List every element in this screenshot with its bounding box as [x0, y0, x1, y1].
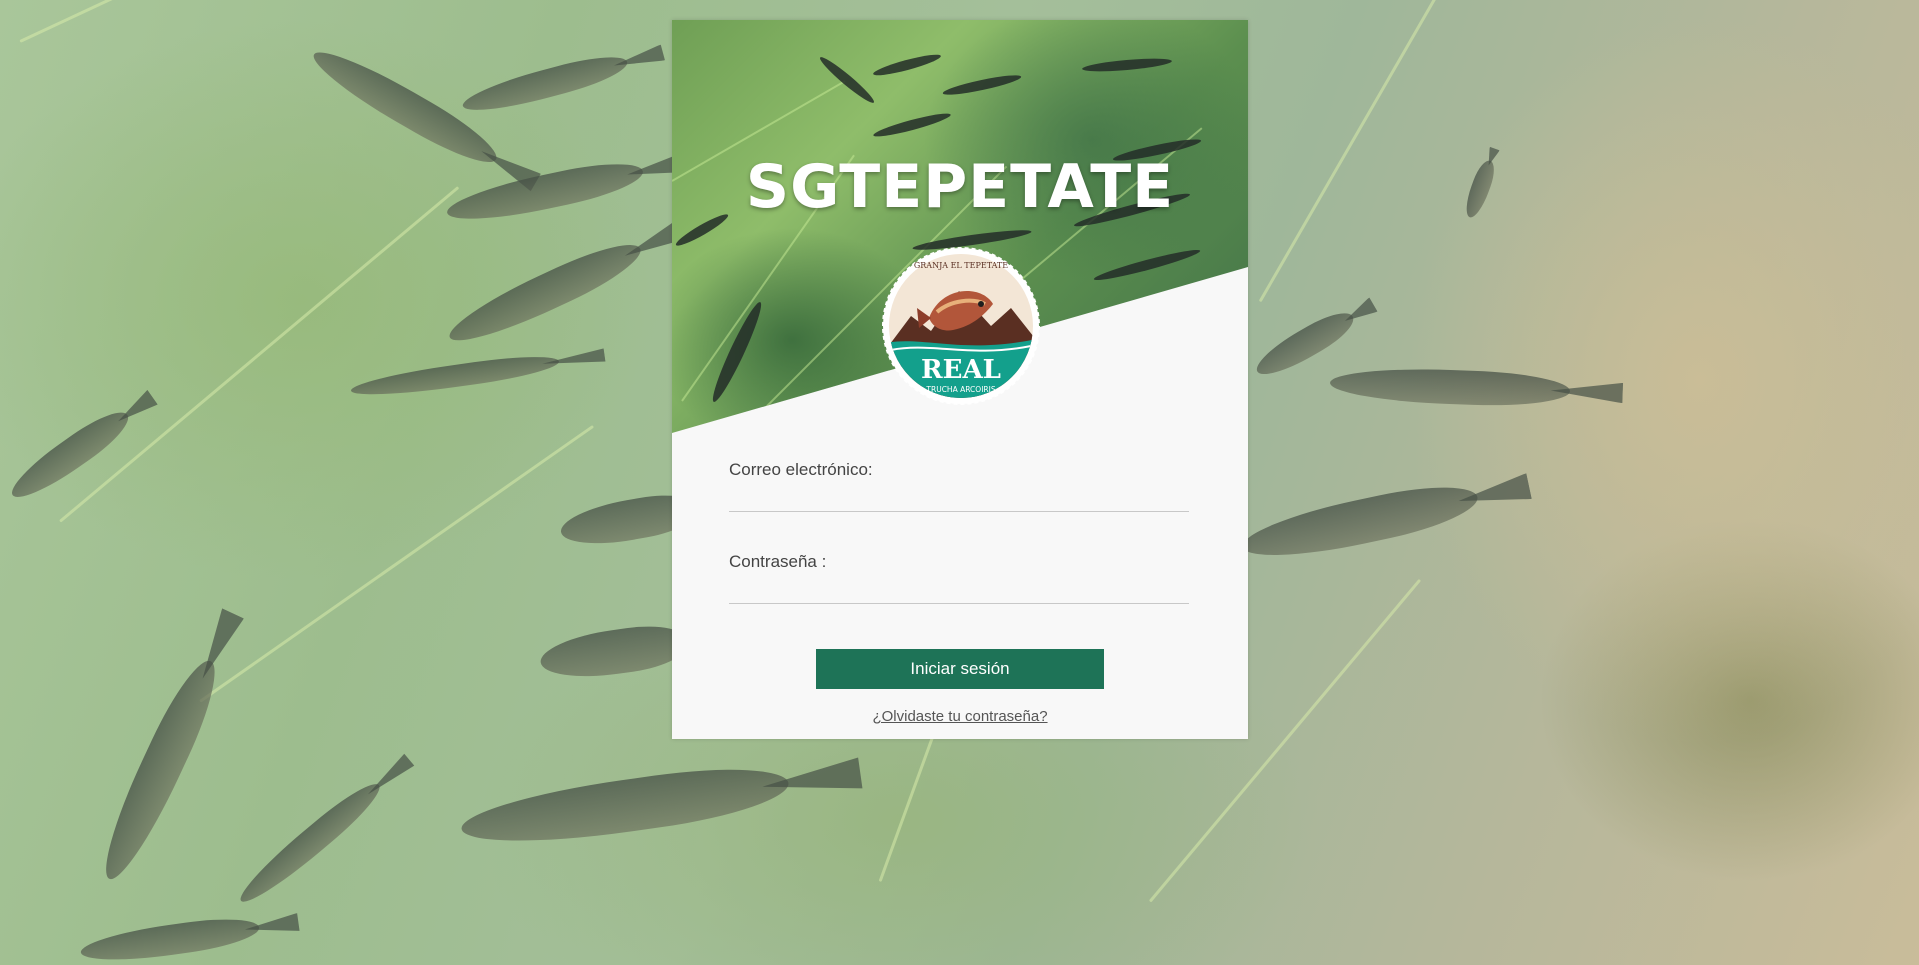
email-label: Correo electrónico: — [729, 460, 873, 479]
login-page: SGTEPETATE REAL TRUCHA ARCOIRIS GRANJA E… — [0, 0, 1919, 965]
password-field-group: Contraseña : — [729, 552, 1189, 604]
login-form: Correo electrónico: Contraseña : — [729, 460, 1189, 644]
email-input[interactable] — [729, 490, 1189, 512]
logo-top-text: GRANJA EL TEPETATE — [914, 261, 1008, 270]
password-label: Contraseña : — [729, 552, 827, 571]
password-input[interactable] — [729, 582, 1189, 604]
logo-brand: REAL — [921, 355, 1001, 385]
logo-subtitle: TRUCHA ARCOIRIS — [925, 385, 995, 394]
forgot-password-link[interactable]: ¿Olvidaste tu contraseña? — [672, 708, 1248, 725]
app-title: SGTEPETATE — [745, 152, 1175, 222]
logo: REAL TRUCHA ARCOIRIS GRANJA EL TEPETATE — [882, 247, 1040, 405]
login-card: SGTEPETATE REAL TRUCHA ARCOIRIS GRANJA E… — [672, 20, 1248, 739]
email-field-group: Correo electrónico: — [729, 460, 1189, 512]
login-button[interactable]: Iniciar sesión — [816, 649, 1104, 689]
